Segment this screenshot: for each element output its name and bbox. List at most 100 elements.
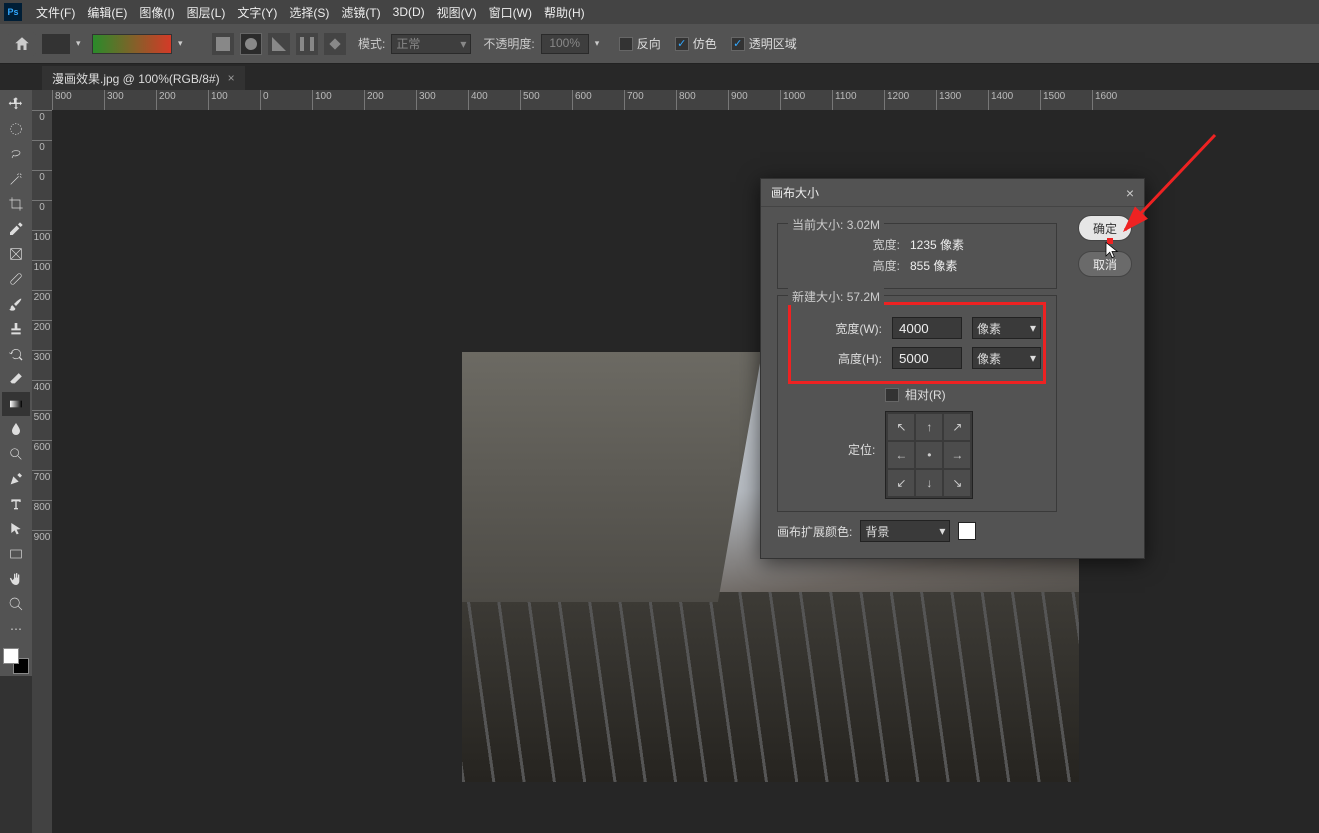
zoom-icon bbox=[8, 596, 24, 612]
relative-checkbox[interactable] bbox=[885, 388, 899, 402]
mode-select[interactable]: 正常▾ bbox=[391, 34, 471, 54]
anchor-sw[interactable]: ↙ bbox=[888, 470, 914, 496]
width-label: 宽度(W): bbox=[823, 320, 882, 337]
frame-tool[interactable] bbox=[2, 242, 30, 266]
gradient-editor[interactable] bbox=[92, 34, 172, 54]
quick-select-tool[interactable] bbox=[2, 167, 30, 191]
anchor-center[interactable]: • bbox=[916, 442, 942, 468]
menu-3d[interactable]: 3D(D) bbox=[387, 3, 431, 21]
stamp-icon bbox=[8, 321, 24, 337]
transparency-checkbox[interactable] bbox=[731, 37, 745, 51]
wand-icon bbox=[8, 171, 24, 187]
hand-tool[interactable] bbox=[2, 567, 30, 591]
dialog-titlebar[interactable]: 画布大小 × bbox=[761, 179, 1144, 207]
vertical-ruler: 0000100100200200300400500600700800900 bbox=[32, 110, 52, 833]
lasso-tool[interactable] bbox=[2, 142, 30, 166]
anchor-se[interactable]: ↘ bbox=[944, 470, 970, 496]
marquee-icon bbox=[8, 121, 24, 137]
healing-tool[interactable] bbox=[2, 267, 30, 291]
crop-tool[interactable] bbox=[2, 192, 30, 216]
gradient-preset[interactable] bbox=[42, 34, 70, 54]
home-button[interactable] bbox=[8, 32, 36, 56]
anchor-w[interactable]: ← bbox=[888, 442, 914, 468]
cancel-button[interactable]: 取消 bbox=[1078, 251, 1132, 277]
chevron-down-icon[interactable]: ▾ bbox=[178, 38, 188, 49]
transparency-label: 透明区域 bbox=[749, 35, 797, 52]
cur-width-label: 宽度: bbox=[850, 236, 900, 253]
marquee-tool[interactable] bbox=[2, 117, 30, 141]
reverse-checkbox[interactable] bbox=[619, 37, 633, 51]
ext-color-select[interactable]: 背景▾ bbox=[860, 520, 950, 542]
gradient-angular[interactable] bbox=[268, 33, 290, 55]
menu-layer[interactable]: 图层(L) bbox=[181, 2, 232, 23]
drop-icon bbox=[8, 421, 24, 437]
opacity-input[interactable]: 100% bbox=[541, 34, 589, 54]
chevron-down-icon[interactable]: ▾ bbox=[76, 38, 86, 49]
ext-color-label: 画布扩展颜色: bbox=[777, 523, 852, 540]
gradient-reflected[interactable] bbox=[296, 33, 318, 55]
close-icon[interactable]: × bbox=[228, 71, 235, 85]
dodge-tool[interactable] bbox=[2, 442, 30, 466]
document-tab[interactable]: 漫画效果.jpg @ 100%(RGB/8#) × bbox=[42, 66, 245, 90]
eyedropper-icon bbox=[8, 221, 24, 237]
mode-label: 模式: bbox=[358, 35, 385, 52]
ok-button[interactable]: 确定 bbox=[1078, 215, 1132, 241]
eraser-tool[interactable] bbox=[2, 367, 30, 391]
bandage-icon bbox=[8, 271, 24, 287]
menu-help[interactable]: 帮助(H) bbox=[538, 2, 591, 23]
menu-select[interactable]: 选择(S) bbox=[283, 2, 335, 23]
lasso-icon bbox=[8, 146, 24, 162]
menu-view[interactable]: 视图(V) bbox=[431, 2, 483, 23]
anchor-n[interactable]: ↑ bbox=[916, 414, 942, 440]
horizontal-ruler: 8003002001000100200300400500600700800900… bbox=[52, 90, 1319, 110]
menu-edit[interactable]: 编辑(E) bbox=[81, 2, 133, 23]
radial-gradient-icon bbox=[244, 37, 258, 51]
menu-type[interactable]: 文字(Y) bbox=[231, 2, 283, 23]
menu-image[interactable]: 图像(I) bbox=[133, 2, 180, 23]
blur-tool[interactable] bbox=[2, 417, 30, 441]
zoom-tool[interactable] bbox=[2, 592, 30, 616]
dither-checkbox[interactable] bbox=[675, 37, 689, 51]
height-input[interactable] bbox=[892, 347, 962, 369]
anchor-s[interactable]: ↓ bbox=[916, 470, 942, 496]
color-swatches[interactable] bbox=[3, 648, 29, 674]
width-input[interactable] bbox=[892, 317, 962, 339]
frame-icon bbox=[8, 246, 24, 262]
menu-window[interactable]: 窗口(W) bbox=[483, 2, 538, 23]
type-tool[interactable] bbox=[2, 492, 30, 516]
dither-label: 仿色 bbox=[693, 35, 717, 52]
more-tools[interactable]: ⋯ bbox=[2, 617, 30, 641]
opacity-label: 不透明度: bbox=[483, 35, 534, 52]
ext-color-swatch[interactable] bbox=[958, 522, 976, 540]
history-brush-tool[interactable] bbox=[2, 342, 30, 366]
menu-filter[interactable]: 滤镜(T) bbox=[335, 2, 386, 23]
cur-height-label: 高度: bbox=[850, 257, 900, 274]
anchor-nw[interactable]: ↖ bbox=[888, 414, 914, 440]
stamp-tool[interactable] bbox=[2, 317, 30, 341]
tab-title: 漫画效果.jpg @ 100%(RGB/8#) bbox=[52, 70, 220, 87]
pen-tool[interactable] bbox=[2, 467, 30, 491]
anchor-e[interactable]: → bbox=[944, 442, 970, 468]
anchor-ne[interactable]: ↗ bbox=[944, 414, 970, 440]
width-unit-select[interactable]: 像素▾ bbox=[972, 317, 1041, 339]
brush-icon bbox=[8, 296, 24, 312]
foreground-color[interactable] bbox=[3, 648, 19, 664]
height-label: 高度(H): bbox=[823, 350, 882, 367]
height-unit-select[interactable]: 像素▾ bbox=[972, 347, 1041, 369]
move-tool[interactable] bbox=[2, 92, 30, 116]
gradient-radial[interactable] bbox=[240, 33, 262, 55]
cur-height-value: 855 像素 bbox=[910, 257, 957, 274]
new-size-value: 57.2M bbox=[847, 290, 880, 304]
eyedropper-tool[interactable] bbox=[2, 217, 30, 241]
shape-tool[interactable] bbox=[2, 542, 30, 566]
gradient-diamond[interactable] bbox=[324, 33, 346, 55]
brush-tool[interactable] bbox=[2, 292, 30, 316]
pen-icon bbox=[8, 471, 24, 487]
close-icon[interactable]: × bbox=[1126, 185, 1134, 201]
gradient-linear[interactable] bbox=[212, 33, 234, 55]
path-select-tool[interactable] bbox=[2, 517, 30, 541]
home-icon bbox=[13, 35, 31, 53]
chevron-down-icon[interactable]: ▾ bbox=[595, 38, 605, 49]
menu-file[interactable]: 文件(F) bbox=[30, 2, 81, 23]
gradient-tool[interactable] bbox=[2, 392, 30, 416]
